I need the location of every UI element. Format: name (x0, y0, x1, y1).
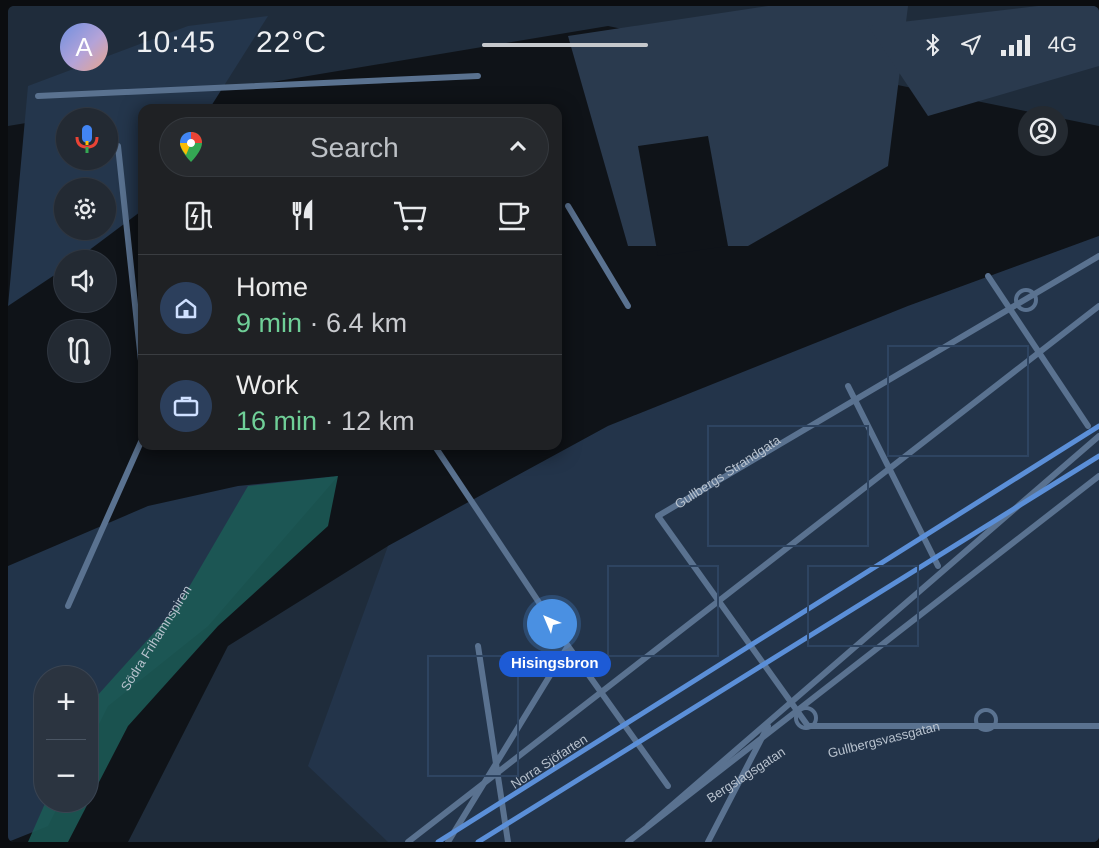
map-screen[interactable]: Gullbergs Strandgata Södra Frihamnspiren… (8, 6, 1099, 842)
network-type: 4G (1047, 32, 1077, 57)
microphone-icon (75, 125, 99, 153)
zoom-out-label: − (56, 756, 76, 795)
shopping-button[interactable] (380, 192, 440, 240)
voice-button[interactable] (56, 108, 118, 170)
settings-button[interactable] (54, 178, 116, 240)
briefcase-icon (173, 396, 199, 417)
destination-eta: 16 min (236, 406, 318, 436)
restaurants-icon (292, 199, 313, 230)
briefcase-icon-badge (160, 380, 212, 432)
coffee-icon (499, 202, 530, 231)
restaurants-button[interactable] (274, 192, 334, 240)
volume-button[interactable] (54, 250, 116, 312)
ev-charging-icon (185, 201, 213, 231)
home-icon (175, 298, 197, 319)
home-icon-badge (160, 282, 212, 334)
category-shortcuts (148, 192, 552, 240)
current-location-label: Hisingsbron (499, 651, 611, 677)
user-avatar[interactable]: A (60, 23, 108, 71)
drag-handle[interactable] (482, 43, 648, 47)
destination-name: Work (236, 370, 299, 400)
coffee-button[interactable] (484, 192, 544, 240)
shopping-cart-icon (394, 201, 427, 231)
divider (138, 254, 562, 255)
status-icons: 4G (924, 32, 1077, 58)
current-location-puck (527, 599, 577, 649)
destination-distance: · 6.4 km (309, 308, 408, 338)
bluetooth-icon (925, 34, 940, 56)
destination-distance: · 12 km (324, 406, 415, 436)
zoom-in-label: + (56, 682, 76, 721)
navigation-arrow-icon (543, 615, 562, 634)
destination-home[interactable]: Home 9 min · 6.4 km (138, 256, 562, 352)
search-placeholder: Search (310, 132, 399, 163)
zoom-out-button[interactable]: − (34, 740, 98, 812)
settings-gear-icon (74, 198, 96, 220)
status-bar: A 10:45 22°C 4G (8, 6, 1099, 86)
search-panel: Search Home 9 min · 6.4 km Work 16 min ·… (138, 104, 562, 450)
destination-work[interactable]: Work 16 min · 12 km (138, 354, 562, 450)
route-options-icon (68, 337, 90, 365)
zoom-in-button[interactable]: + (34, 666, 98, 738)
ev-charging-button[interactable] (170, 192, 230, 240)
destination-meta: 9 min · 6.4 km (236, 308, 407, 339)
signal-bars-icon (1000, 35, 1030, 56)
clock: 10:45 (136, 26, 217, 59)
temperature: 22°C (256, 26, 328, 59)
zoom-controls: + − (34, 666, 98, 812)
chevron-up-icon[interactable] (508, 139, 528, 153)
volume-icon (71, 269, 94, 293)
account-circle-icon (1029, 117, 1057, 145)
account-button[interactable] (1018, 106, 1068, 156)
google-maps-icon (180, 132, 202, 162)
search-bar[interactable]: Search (160, 118, 548, 176)
destination-eta: 9 min (236, 308, 303, 338)
location-arrow-icon (960, 35, 981, 55)
route-options-button[interactable] (48, 320, 110, 382)
destination-name: Home (236, 272, 309, 302)
destination-meta: 16 min · 12 km (236, 406, 415, 437)
